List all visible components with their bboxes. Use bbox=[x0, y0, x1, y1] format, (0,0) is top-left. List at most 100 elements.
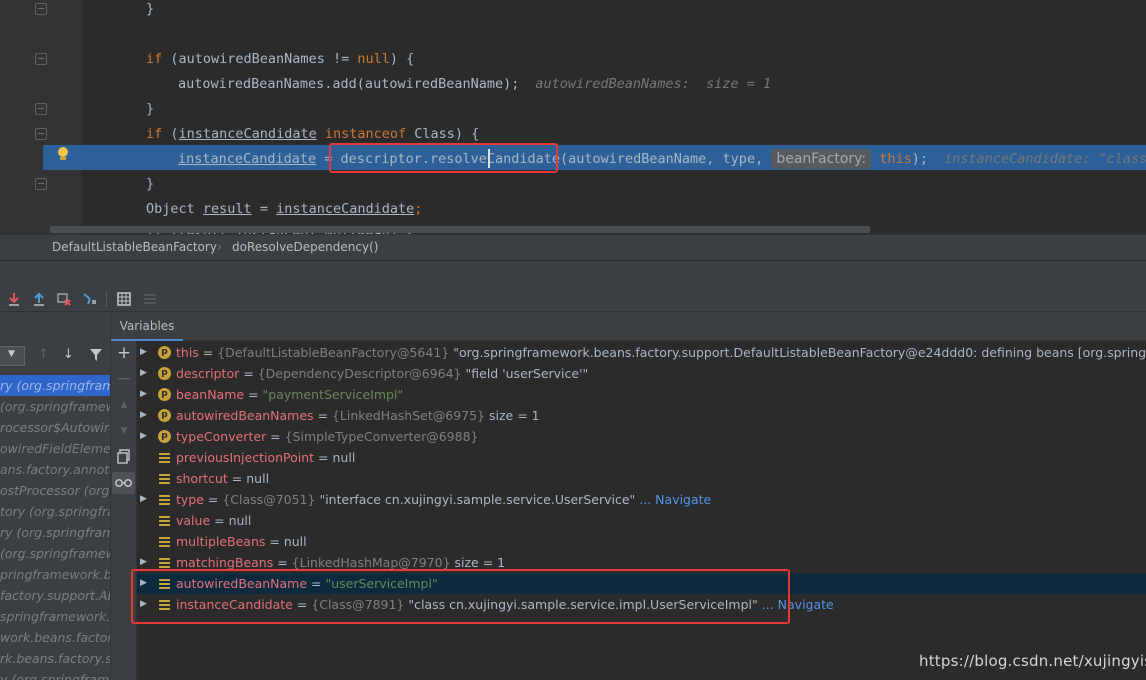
keyword: this bbox=[879, 151, 912, 167]
stack-frame[interactable]: owiredFieldElemen bbox=[0, 438, 110, 459]
move-down-icon[interactable]: ▼ bbox=[116, 423, 132, 439]
variable-text: value = null bbox=[176, 510, 251, 531]
run-to-cursor-icon[interactable] bbox=[82, 291, 98, 307]
expand-arrow-icon[interactable]: ▶ bbox=[140, 363, 147, 384]
variable-value: size = 1 bbox=[454, 555, 506, 570]
variable-value: null bbox=[246, 471, 270, 486]
variable-name: shortcut bbox=[176, 471, 228, 486]
stack-frame[interactable]: y (org.springframe bbox=[0, 669, 110, 680]
expand-arrow-icon[interactable]: ▶ bbox=[140, 489, 147, 510]
field-icon bbox=[158, 556, 171, 569]
stack-frame[interactable]: factory.support.Abs bbox=[0, 585, 110, 606]
equals-sign: = bbox=[265, 534, 284, 549]
keyword: if bbox=[146, 126, 163, 142]
variable-type: {DependencyDescriptor@6964} bbox=[257, 366, 462, 381]
copy-icon[interactable] bbox=[116, 449, 132, 465]
code-variable: result bbox=[202, 201, 252, 217]
equals-sign: = bbox=[203, 492, 223, 507]
step-into-icon[interactable] bbox=[6, 291, 22, 307]
code-line: autowiredBeanNames.add(autowiredBeanName… bbox=[0, 72, 1146, 97]
code-editor[interactable]: } if (autowiredBeanNames != null) { auto… bbox=[0, 0, 1146, 234]
step-out-icon[interactable] bbox=[31, 291, 47, 307]
stack-frame[interactable]: ry (org.springframe bbox=[0, 375, 110, 396]
variable-row[interactable]: ▶ p beanName = "paymentServiceImpl" bbox=[137, 384, 1146, 405]
stack-frame[interactable]: rk.beans.factory.su bbox=[0, 648, 110, 669]
parameter-icon: p bbox=[158, 430, 171, 443]
breadcrumb-separator-icon: › bbox=[217, 240, 222, 254]
equals-sign: = bbox=[313, 408, 332, 423]
variable-name: beanName bbox=[176, 387, 245, 402]
stack-frame[interactable]: ry (org.springframe bbox=[0, 522, 110, 543]
code-fragment: ) { bbox=[389, 51, 415, 67]
field-icon bbox=[158, 493, 171, 506]
breadcrumb-item-method[interactable]: doResolveDependency() bbox=[232, 235, 378, 260]
variable-row[interactable]: previousInjectionPoint = null bbox=[137, 447, 1146, 468]
expand-arrow-icon[interactable]: ▶ bbox=[140, 405, 147, 426]
variable-row[interactable]: ▶ type = {Class@7051} "interface cn.xujin… bbox=[137, 489, 1146, 510]
breadcrumb-item-class[interactable]: DefaultListableBeanFactory bbox=[52, 235, 217, 260]
variable-text: previousInjectionPoint = null bbox=[176, 447, 355, 468]
code-fragment: = bbox=[251, 201, 277, 217]
expand-arrow-icon[interactable]: ▶ bbox=[140, 384, 147, 405]
variable-text: autowiredBeanNames = {LinkedHashSet@6975… bbox=[176, 405, 540, 426]
variable-row[interactable]: ▶ p this = {DefaultListableBeanFactory@564… bbox=[137, 342, 1146, 363]
remove-watch-icon[interactable]: − bbox=[116, 371, 132, 388]
code-line-current: instanceCandidate = descriptor.resolveCa… bbox=[0, 147, 1146, 172]
stack-frame[interactable]: work.beans.factory. bbox=[0, 627, 110, 648]
filter-icon[interactable] bbox=[89, 348, 103, 362]
thread-selector[interactable]: ▼ bbox=[0, 346, 25, 366]
stack-frame[interactable]: (org.springframewo bbox=[0, 543, 110, 564]
variable-row[interactable]: value = null bbox=[137, 510, 1146, 531]
expand-arrow-icon[interactable]: ▶ bbox=[140, 426, 147, 447]
variable-row[interactable]: ▶ p autowiredBeanNames = {LinkedHashSet@69… bbox=[137, 405, 1146, 426]
variable-row[interactable]: multipleBeans = null bbox=[137, 531, 1146, 552]
navigate-link[interactable]: ... Navigate bbox=[639, 492, 711, 507]
add-watch-icon[interactable]: + bbox=[116, 345, 132, 362]
stack-frame[interactable]: rocessor$Autowired bbox=[0, 417, 110, 438]
code-variable: instanceCandidate bbox=[178, 126, 317, 142]
code-fragment: Class) { bbox=[406, 126, 480, 142]
evaluate-expression-icon[interactable] bbox=[116, 291, 132, 307]
keyword: instanceof bbox=[324, 126, 407, 142]
variable-value: null bbox=[332, 450, 356, 465]
inline-debug-value: autowiredBeanNames: size = 1 bbox=[535, 76, 772, 92]
variable-name: descriptor bbox=[176, 366, 240, 381]
toolbar-separator bbox=[106, 291, 107, 307]
stack-frame[interactable]: ostProcessor (org.s bbox=[0, 480, 110, 501]
code-line: } bbox=[0, 172, 1146, 197]
variable-type: {SimpleTypeConverter@6988} bbox=[284, 429, 479, 444]
parameter-hint: beanFactory: bbox=[771, 149, 872, 169]
variable-row[interactable]: shortcut = null bbox=[137, 468, 1146, 489]
variable-value: "org.springframework.beans.factory.suppo… bbox=[453, 345, 1146, 360]
parameter-icon: p bbox=[158, 367, 171, 380]
trace-icon[interactable] bbox=[142, 291, 158, 307]
variable-text: typeConverter = {SimpleTypeConverter@698… bbox=[176, 426, 478, 447]
variable-row[interactable]: ▶ p typeConverter = {SimpleTypeConverter@6… bbox=[137, 426, 1146, 447]
code-text: if (autowiredBeanNames != null) { bbox=[146, 47, 414, 72]
annotation-highlight-box bbox=[131, 569, 790, 624]
code-text: Object result = instanceCandidate; bbox=[146, 197, 422, 222]
show-watches-toggle[interactable] bbox=[112, 472, 135, 494]
expand-arrow-icon[interactable]: ▶ bbox=[140, 342, 147, 363]
arrow-down-icon[interactable]: ↓ bbox=[63, 347, 74, 362]
variable-name: value bbox=[176, 513, 211, 528]
variables-panel: Variables + − ▲ ▼ ▶ p this = {DefaultLista… bbox=[111, 312, 1146, 680]
drop-frame-icon[interactable] bbox=[56, 291, 72, 307]
arrow-up-icon[interactable]: ↑ bbox=[38, 347, 49, 362]
equals-sign: = bbox=[210, 513, 229, 528]
stack-frame[interactable]: ans.factory.annotati bbox=[0, 459, 110, 480]
stack-frame[interactable]: springframework.bea bbox=[0, 606, 110, 627]
variable-value: "field 'userService'" bbox=[465, 366, 589, 381]
parameter-icon: p bbox=[158, 409, 171, 422]
stack-frame[interactable]: pringframework.bea bbox=[0, 564, 110, 585]
equals-sign: = bbox=[227, 471, 247, 486]
stack-frame[interactable]: tory (org.springfram bbox=[0, 501, 110, 522]
variable-name: type bbox=[176, 492, 204, 507]
move-up-icon[interactable]: ▲ bbox=[116, 397, 132, 413]
stack-frame[interactable]: (org.springframewo bbox=[0, 396, 110, 417]
panel-divider bbox=[0, 260, 1146, 286]
variable-row[interactable]: ▶ p descriptor = {DependencyDescriptor@696… bbox=[137, 363, 1146, 384]
variable-type: {DefaultListableBeanFactory@5641} bbox=[217, 345, 450, 360]
tab-variables[interactable]: Variables bbox=[111, 312, 183, 341]
horizontal-scrollbar[interactable] bbox=[50, 226, 870, 233]
